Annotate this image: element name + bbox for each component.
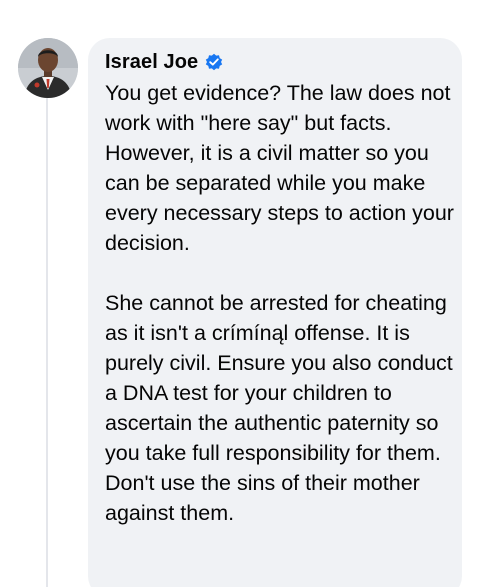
- comment-author-name[interactable]: Israel Joe: [105, 51, 198, 74]
- comment-author-row: Israel Joe: [105, 49, 223, 75]
- comment-text: You get evidence? The law does not work …: [105, 78, 457, 528]
- verified-badge-icon: [205, 53, 223, 71]
- comment-paragraph: You get evidence? The law does not work …: [105, 81, 454, 255]
- comment-paragraph: She cannot be arrested for cheating as i…: [105, 291, 453, 525]
- profile-photo-icon: [18, 38, 78, 98]
- comment-thread: Israel Joe You get evidence? The law doe…: [0, 0, 479, 587]
- reply-thread-line: [46, 98, 48, 587]
- author-avatar[interactable]: [18, 38, 78, 98]
